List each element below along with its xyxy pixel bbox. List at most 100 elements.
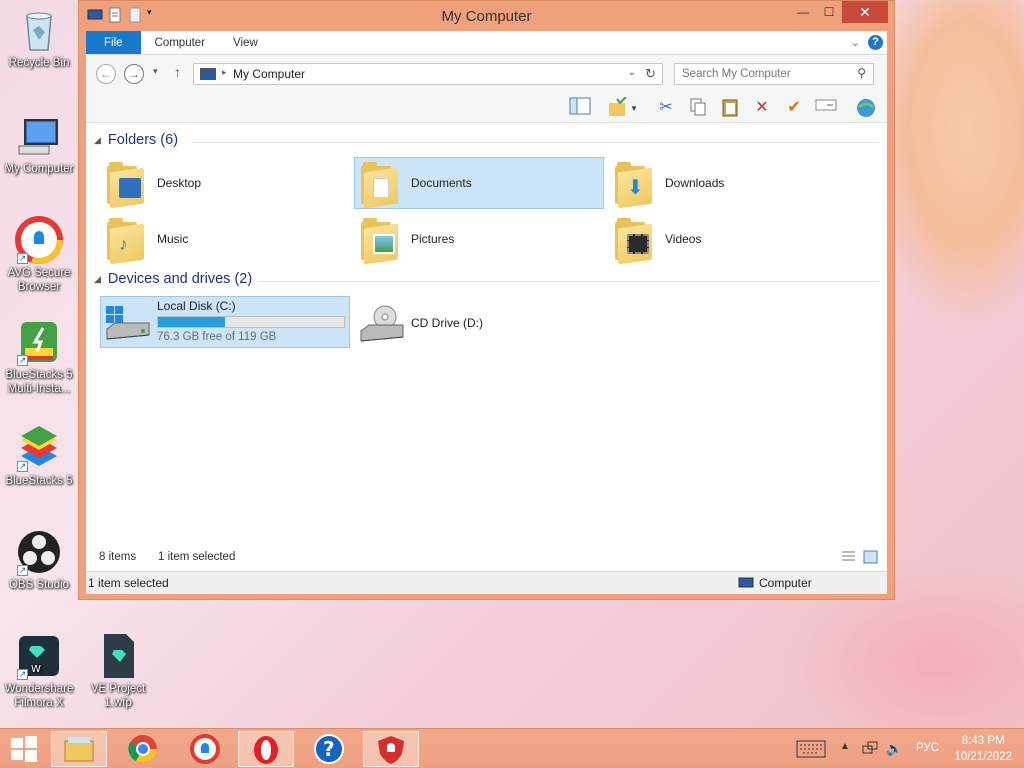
search-icon[interactable]: ⚲ bbox=[857, 66, 866, 80]
start-button[interactable] bbox=[0, 731, 48, 767]
taskbar-opera[interactable] bbox=[238, 731, 294, 767]
taskbar-avg-browser[interactable] bbox=[177, 731, 233, 767]
folder-videos[interactable]: Videos bbox=[608, 213, 858, 265]
documents-folder-icon bbox=[361, 160, 403, 209]
desktop-icon-bluestacks-multi[interactable]: ↗ BlueStacks 5 Multi-Insta... bbox=[1, 318, 77, 396]
avg-browser-icon bbox=[190, 734, 220, 764]
recent-locations-icon[interactable]: ▾ bbox=[153, 66, 158, 77]
clock[interactable]: 8:43 PM 10/21/2022 bbox=[954, 733, 1012, 765]
avg-browser-icon: ↗ bbox=[15, 216, 63, 264]
file-list-pane: ◢ Folders (6) Desktop Documents ⬇ Downlo… bbox=[86, 124, 887, 524]
status-bar: 8 items 1 item selected bbox=[86, 548, 887, 568]
network-globe-icon[interactable] bbox=[854, 97, 878, 119]
folder-downloads[interactable]: ⬇ Downloads bbox=[608, 157, 858, 209]
desktop-icon-avg-browser[interactable]: ↗ AVG Secure Browser bbox=[1, 216, 77, 294]
network-icon[interactable] bbox=[862, 741, 878, 768]
folder-documents[interactable]: Documents bbox=[354, 157, 604, 209]
up-arrow-icon[interactable]: ↑ bbox=[174, 64, 181, 80]
select-folder-icon[interactable] bbox=[606, 96, 630, 119]
desktop-icon-obs-studio[interactable]: ↗ OBS Studio bbox=[1, 528, 77, 592]
taskbar: ? ▲ 🔈 РУС 8:43 PM 10/21/2022 bbox=[0, 728, 1024, 768]
checkmark-icon[interactable]: ✔ bbox=[782, 97, 806, 119]
title-bar[interactable]: ▾ My Computer — ☐ ✕ bbox=[79, 1, 894, 31]
desktop-icon-bluestacks[interactable]: ↗ BlueStacks 5 bbox=[1, 424, 77, 488]
filmora-icon: W ↗ bbox=[15, 632, 63, 680]
refresh-icon[interactable]: ↻ bbox=[645, 66, 656, 82]
taskbar-help[interactable]: ? bbox=[301, 731, 357, 767]
disk-usage-bar bbox=[157, 316, 345, 328]
drive-local-disk-c[interactable]: Local Disk (C:) 76.3 GB free of 119 GB bbox=[100, 296, 350, 348]
desktop-icon-label: VE Project 1.wfp bbox=[90, 683, 146, 709]
window-body: File Computer View ⌄ ? ← → ▾ ↑ ▸ My Comp… bbox=[86, 31, 887, 594]
taskbar-file-explorer[interactable] bbox=[51, 731, 107, 767]
folder-music[interactable]: ♪ Music bbox=[100, 213, 350, 265]
close-button[interactable]: ✕ bbox=[842, 1, 888, 23]
collapse-chevron-icon[interactable]: ◢ bbox=[94, 135, 101, 146]
desktop-icon-recycle-bin[interactable]: Recycle Bin bbox=[1, 6, 77, 70]
preview-pane-icon[interactable] bbox=[568, 97, 592, 119]
tab-computer[interactable]: Computer bbox=[141, 31, 220, 54]
desktop-icon-label: BlueStacks 5 bbox=[5, 475, 73, 487]
svg-text:W: W bbox=[31, 664, 41, 675]
tab-view[interactable]: View bbox=[219, 31, 272, 54]
folder-desktop[interactable]: Desktop bbox=[100, 157, 350, 209]
group-title: Devices and drives (2) bbox=[107, 271, 253, 287]
details-view-icon[interactable] bbox=[841, 550, 856, 567]
minimize-button[interactable]: — bbox=[790, 1, 816, 23]
chevron-down-icon[interactable]: ▾ bbox=[628, 97, 640, 119]
desktop-folder-icon bbox=[107, 160, 149, 209]
tab-file[interactable]: File bbox=[86, 31, 141, 54]
navigation-bar: ← → ▾ ↑ ▸ My Computer ⌄ ↻ Search My Comp… bbox=[86, 55, 887, 93]
details-location: Computer bbox=[759, 576, 812, 590]
computer-icon bbox=[15, 112, 63, 160]
desktop-icon-filmora[interactable]: W ↗ Wondershare Filmora X bbox=[1, 632, 77, 710]
desktop-icon-my-computer[interactable]: My Computer bbox=[1, 112, 77, 176]
forward-button[interactable]: → bbox=[124, 64, 144, 84]
windows-logo-icon bbox=[11, 736, 37, 762]
group-header-devices[interactable]: ◢ Devices and drives (2) bbox=[94, 271, 252, 287]
show-hidden-icons-chevron[interactable]: ▲ bbox=[840, 741, 850, 768]
taskbar-chrome[interactable] bbox=[115, 731, 171, 767]
command-toolbar: ▾ ✂ ✕ ✔ bbox=[86, 93, 887, 123]
cut-icon[interactable]: ✂ bbox=[654, 97, 678, 119]
desktop-icon-label: AVG Secure Browser bbox=[7, 267, 71, 293]
selection-count: 1 item selected bbox=[158, 551, 236, 563]
music-folder-icon: ♪ bbox=[107, 216, 149, 265]
search-input[interactable]: Search My Computer ⚲ bbox=[674, 63, 874, 85]
delete-icon[interactable]: ✕ bbox=[750, 97, 774, 119]
videos-folder-icon bbox=[615, 216, 657, 265]
breadcrumb-arrow-icon[interactable]: ▸ bbox=[222, 67, 227, 78]
chevron-down-icon[interactable]: ⌄ bbox=[628, 67, 636, 78]
address-bar[interactable]: ▸ My Computer ⌄ ↻ bbox=[193, 63, 663, 85]
drive-cd-d[interactable]: CD Drive (D:) bbox=[354, 296, 604, 348]
volume-icon[interactable]: 🔈 bbox=[886, 741, 902, 768]
folder-pictures[interactable]: Pictures bbox=[354, 213, 604, 265]
group-divider bbox=[192, 142, 879, 143]
pictures-folder-icon bbox=[361, 216, 403, 265]
ribbon-tabs: File Computer View ⌄ ? bbox=[86, 31, 887, 55]
collapse-chevron-icon[interactable]: ◢ bbox=[94, 274, 101, 285]
group-header-folders[interactable]: ◢ Folders (6) bbox=[94, 132, 178, 148]
drive-label: Local Disk (C:) bbox=[157, 299, 236, 313]
keyboard-icon[interactable] bbox=[796, 740, 826, 768]
copy-icon[interactable] bbox=[686, 97, 710, 119]
downloads-folder-icon: ⬇ bbox=[615, 160, 657, 209]
clock-time: 8:43 PM bbox=[961, 735, 1005, 747]
drive-label: CD Drive (D:) bbox=[411, 316, 483, 330]
desktop-icon-label: OBS Studio bbox=[8, 579, 70, 591]
folder-label: Downloads bbox=[665, 176, 725, 190]
recycle-bin-icon bbox=[15, 6, 63, 54]
large-icons-view-icon[interactable] bbox=[863, 550, 878, 567]
folder-label: Videos bbox=[665, 232, 702, 246]
taskbar-avg-security[interactable] bbox=[363, 731, 419, 767]
folder-label: Desktop bbox=[157, 176, 202, 190]
paste-icon[interactable] bbox=[718, 97, 742, 119]
desktop-icon-ve-project[interactable]: VE Project 1.wfp bbox=[80, 632, 156, 710]
maximize-button[interactable]: ☐ bbox=[816, 1, 842, 23]
back-button[interactable]: ← bbox=[96, 64, 116, 84]
rename-icon[interactable] bbox=[814, 97, 838, 119]
expand-ribbon-icon[interactable]: ⌄ bbox=[851, 36, 860, 49]
breadcrumb[interactable]: My Computer bbox=[233, 67, 305, 81]
language-indicator[interactable]: РУС bbox=[916, 742, 939, 768]
help-icon[interactable]: ? bbox=[868, 35, 883, 50]
